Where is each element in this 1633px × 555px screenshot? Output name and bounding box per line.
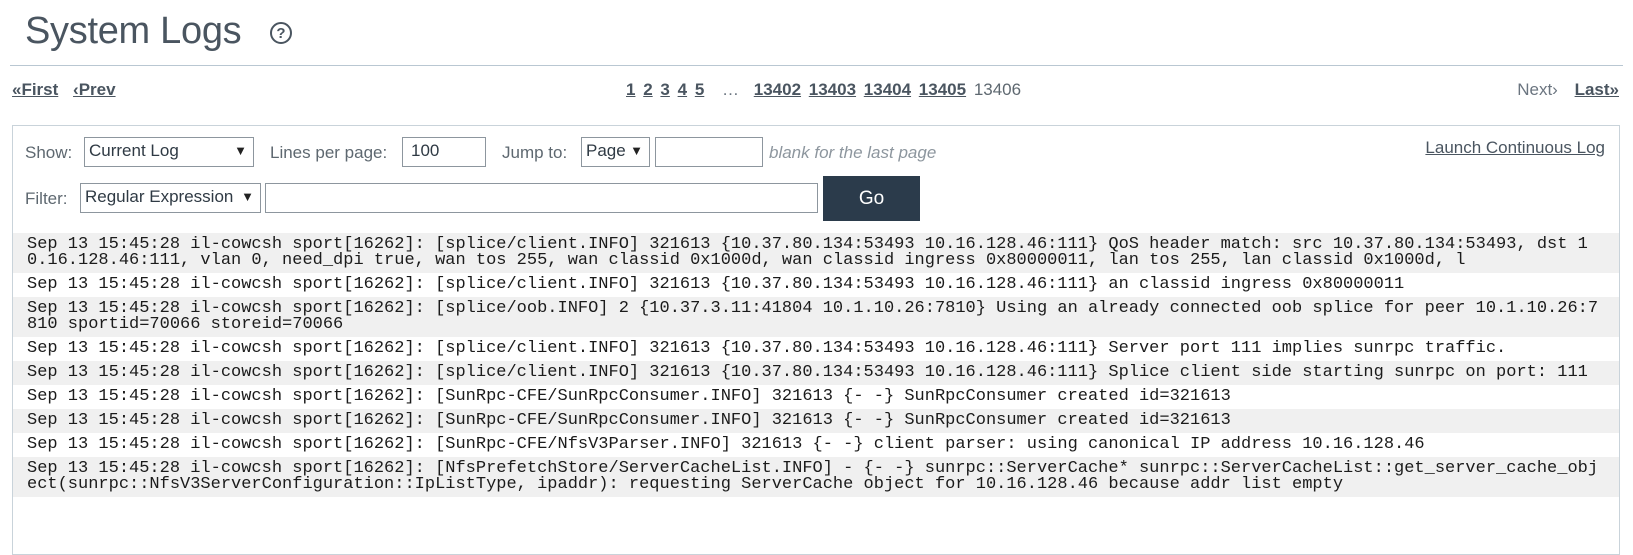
log-row: Sep 13 15:45:28 il-cowcsh sport[16262]: … xyxy=(13,457,1619,497)
help-icon[interactable]: ? xyxy=(270,22,292,44)
page-ellipsis: … xyxy=(722,80,740,99)
page-title: System Logs xyxy=(25,10,242,52)
last-page-link[interactable]: Last» xyxy=(1575,80,1619,99)
log-row: Sep 13 15:45:28 il-cowcsh sport[16262]: … xyxy=(13,409,1619,433)
prev-page-link[interactable]: ‹Prev xyxy=(73,80,116,99)
log-row: Sep 13 15:45:28 il-cowcsh sport[16262]: … xyxy=(13,433,1619,457)
log-list: Sep 13 15:45:28 il-cowcsh sport[16262]: … xyxy=(13,233,1619,497)
filter-label: Filter: xyxy=(25,189,68,208)
page-link[interactable]: 13405 xyxy=(919,80,966,99)
filter-type-value: Regular Expression xyxy=(85,187,234,206)
log-row: Sep 13 15:45:28 il-cowcsh sport[16262]: … xyxy=(13,233,1619,273)
pagination-left: «First ‹Prev xyxy=(12,80,126,100)
pagination-right: Next› Last» xyxy=(1517,80,1619,100)
jump-to-hint: blank for the last page xyxy=(769,143,937,162)
pagination: «First ‹Prev 1 2 3 4 5 … 13402 13403 134… xyxy=(0,80,1633,104)
log-row: Sep 13 15:45:28 il-cowcsh sport[16262]: … xyxy=(13,297,1619,337)
page-link[interactable]: 1 xyxy=(626,80,635,99)
log-row: Sep 13 15:45:28 il-cowcsh sport[16262]: … xyxy=(13,273,1619,297)
page-link[interactable]: 5 xyxy=(695,80,704,99)
log-panel: Show: Current Log ▼ Lines per page: 100 … xyxy=(12,125,1620,555)
show-select[interactable]: Current Log ▼ xyxy=(84,137,254,167)
jump-to-select[interactable]: Page ▼ xyxy=(581,137,650,167)
filter-type-select[interactable]: Regular Expression ▼ xyxy=(80,183,261,213)
page-numbers: 1 2 3 4 5 … 13402 13403 13404 13405 1340… xyxy=(626,80,1021,100)
chevron-down-icon: ▼ xyxy=(234,143,247,158)
show-select-value: Current Log xyxy=(89,141,179,160)
filter-input[interactable] xyxy=(265,183,818,213)
lines-per-page-input[interactable]: 100 xyxy=(402,137,486,167)
show-label: Show: xyxy=(25,143,73,162)
log-controls: Show: Current Log ▼ Lines per page: 100 … xyxy=(13,126,1619,231)
lines-per-page-label: Lines per page: xyxy=(270,143,388,162)
page-link[interactable]: 13402 xyxy=(754,80,801,99)
log-row: Sep 13 15:45:28 il-cowcsh sport[16262]: … xyxy=(13,361,1619,385)
page-link[interactable]: 4 xyxy=(678,80,687,99)
page-link[interactable]: 3 xyxy=(660,80,669,99)
go-button[interactable]: Go xyxy=(823,176,920,221)
page-header: System Logs ? xyxy=(10,0,1623,66)
log-row: Sep 13 15:45:28 il-cowcsh sport[16262]: … xyxy=(13,385,1619,409)
page-link[interactable]: 13403 xyxy=(809,80,856,99)
log-row: Sep 13 15:45:28 il-cowcsh sport[16262]: … xyxy=(13,337,1619,361)
jump-to-label: Jump to: xyxy=(502,143,568,162)
page-link[interactable]: 13404 xyxy=(864,80,911,99)
current-page: 13406 xyxy=(973,80,1022,99)
next-page-label: Next› xyxy=(1517,80,1558,99)
first-page-link[interactable]: «First xyxy=(12,80,58,99)
launch-continuous-log-link[interactable]: Launch Continuous Log xyxy=(1425,138,1605,158)
chevron-down-icon: ▼ xyxy=(630,143,643,158)
jump-to-input[interactable] xyxy=(655,137,763,167)
page-link[interactable]: 2 xyxy=(643,80,652,99)
jump-to-select-value: Page xyxy=(586,141,626,160)
chevron-down-icon: ▼ xyxy=(241,189,254,204)
